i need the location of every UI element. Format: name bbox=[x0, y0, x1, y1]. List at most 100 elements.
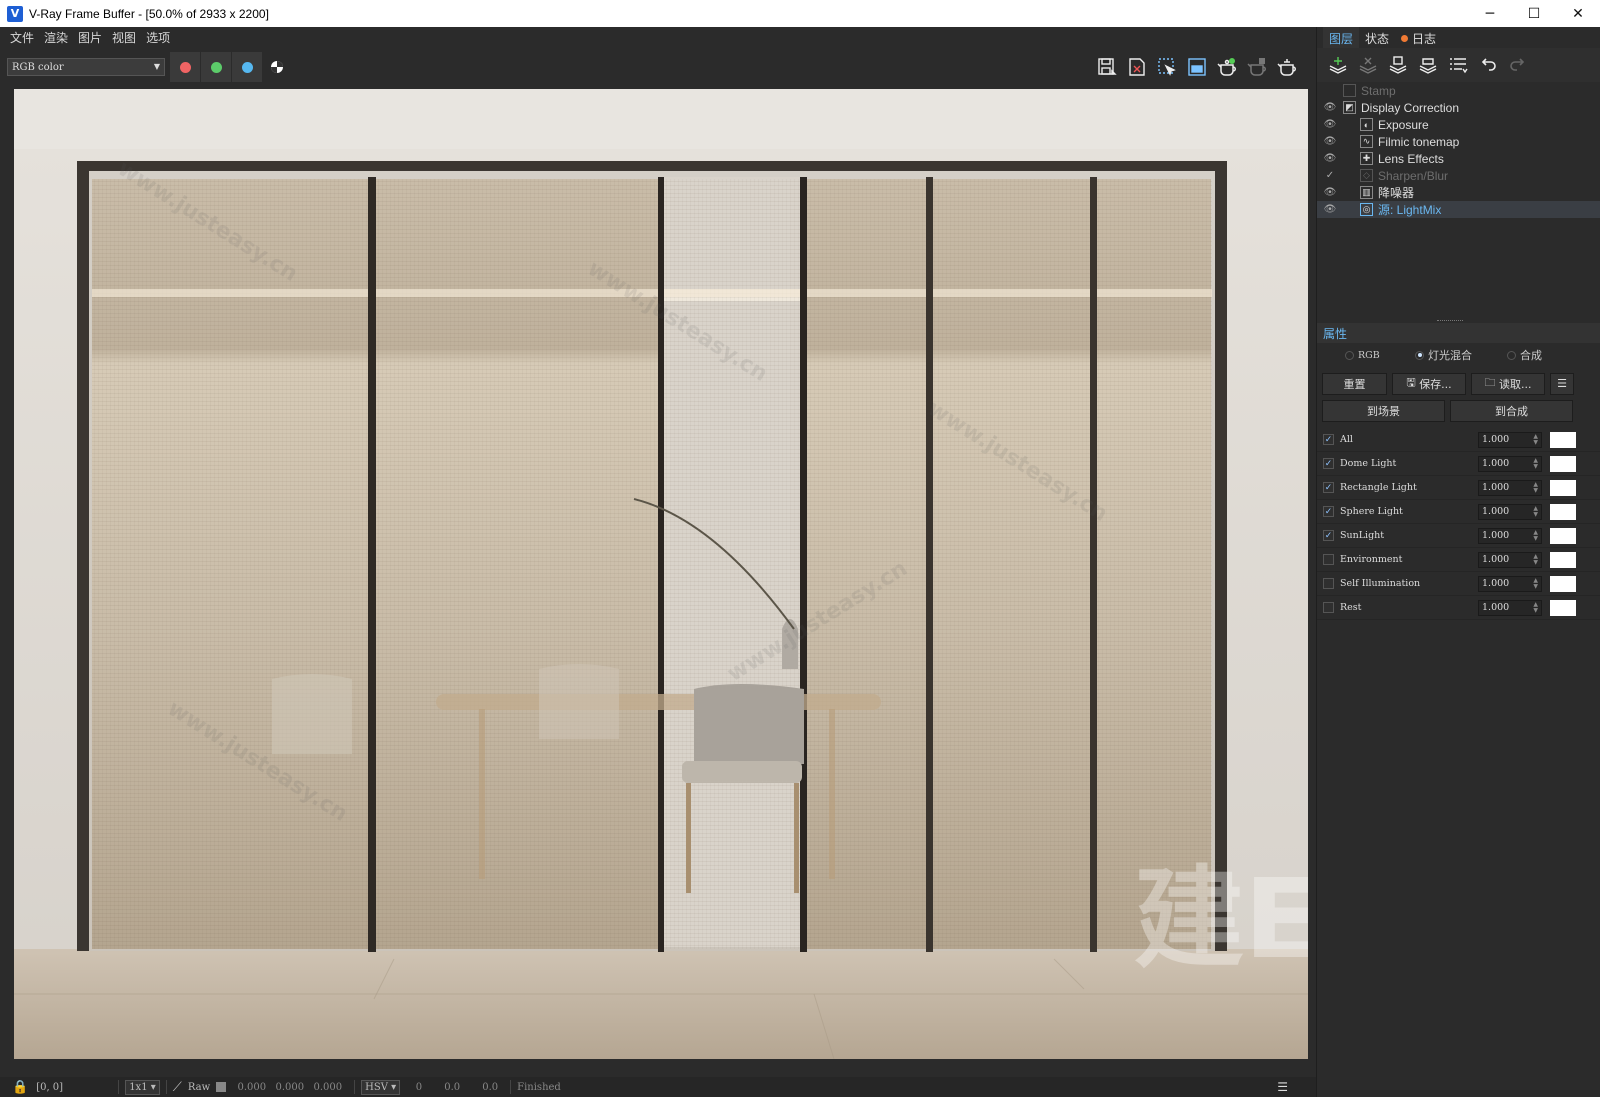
tab-log[interactable]: 日志 bbox=[1395, 27, 1442, 48]
save-layers-icon[interactable] bbox=[1383, 52, 1413, 78]
intensity-spinner[interactable]: 1.000 ▲ ▼ bbox=[1478, 479, 1542, 496]
to-scene-button[interactable]: 到场景 bbox=[1322, 399, 1445, 422]
spinner-arrows-icon[interactable]: ▲ ▼ bbox=[1533, 433, 1538, 446]
intensity-spinner[interactable]: 1.000 ▲ ▼ bbox=[1478, 551, 1542, 568]
layer-filmic-tonemap[interactable]: 👁 ∿ Filmic tonemap bbox=[1317, 133, 1600, 150]
layer-display-correction[interactable]: 👁 ◩ Display Correction bbox=[1317, 99, 1600, 116]
spinner-arrows-icon[interactable]: ▲ ▼ bbox=[1533, 601, 1538, 614]
green-channel-button[interactable] bbox=[201, 52, 231, 82]
mode-lightmix[interactable]: 灯光混合 bbox=[1415, 347, 1507, 363]
checkbox-unchecked[interactable] bbox=[1323, 602, 1334, 613]
tab-layers[interactable]: 图层 bbox=[1323, 27, 1360, 48]
color-swatch[interactable] bbox=[1550, 431, 1576, 448]
color-swatch[interactable] bbox=[1550, 503, 1576, 520]
light-name: Rectangle Light bbox=[1340, 482, 1417, 493]
log-icon[interactable]: ☰ bbox=[1277, 1080, 1288, 1094]
checkbox-checked[interactable]: ✓ bbox=[1323, 482, 1334, 493]
layer-denoiser[interactable]: 👁 ▥ 降噪器 bbox=[1317, 184, 1600, 201]
eye-hidden-icon[interactable]: ✓ bbox=[1323, 170, 1337, 181]
delete-layer-icon[interactable] bbox=[1353, 52, 1383, 78]
checkbox-checked[interactable]: ✓ bbox=[1323, 530, 1334, 541]
checkbox-checked[interactable]: ✓ bbox=[1323, 458, 1334, 469]
stop-render-icon[interactable] bbox=[1242, 52, 1272, 82]
spinner-arrows-icon[interactable]: ▲ ▼ bbox=[1533, 553, 1538, 566]
options-menu-button[interactable]: ☰ bbox=[1550, 372, 1574, 395]
mode-rgb[interactable]: RGB bbox=[1345, 350, 1415, 361]
channel-select[interactable]: RGB color ▼ bbox=[7, 58, 165, 76]
zoom-select[interactable]: 1x1 ▾ bbox=[125, 1079, 160, 1095]
spinner-arrows-icon[interactable]: ▲ ▼ bbox=[1533, 457, 1538, 470]
checkbox-checked[interactable]: ✓ bbox=[1323, 434, 1334, 445]
raw-label: Raw bbox=[187, 1081, 211, 1093]
menu-image[interactable]: 图片 bbox=[78, 29, 102, 46]
rendered-image[interactable]: 建E网 www.justeasy.cn www.justeasy.cn www.… bbox=[14, 89, 1308, 1059]
track-mouse-icon[interactable] bbox=[1182, 52, 1212, 82]
layer-lens-effects[interactable]: 👁 ✚ Lens Effects bbox=[1317, 150, 1600, 167]
lock-icon[interactable]: 🔒 bbox=[12, 1080, 28, 1095]
tab-stats[interactable]: 状态 bbox=[1359, 27, 1395, 48]
layer-label: Display Correction bbox=[1361, 100, 1460, 115]
maximize-button[interactable]: ☐ bbox=[1512, 0, 1556, 27]
eye-icon[interactable]: 👁 bbox=[1323, 119, 1337, 130]
green-dot-icon bbox=[210, 61, 222, 73]
to-composite-button[interactable]: 到合成 bbox=[1450, 399, 1573, 422]
color-swatch[interactable] bbox=[1550, 527, 1576, 544]
checkbox-unchecked[interactable] bbox=[1323, 554, 1334, 565]
layer-exposure[interactable]: 👁 ◐ Exposure bbox=[1317, 116, 1600, 133]
menu-view[interactable]: 视图 bbox=[112, 29, 136, 46]
spinner-arrows-icon[interactable]: ▲ ▼ bbox=[1533, 481, 1538, 494]
lightmix-row-all: ✓ All 1.000 ▲ ▼ bbox=[1317, 428, 1600, 452]
pick-icon[interactable]: ⟋ bbox=[173, 1080, 182, 1095]
layer-list-icon[interactable] bbox=[1443, 52, 1473, 78]
color-swatch[interactable] bbox=[1550, 551, 1576, 568]
sat-value: 0.0 bbox=[444, 1081, 461, 1093]
light-name: SunLight bbox=[1340, 530, 1385, 541]
color-swatch[interactable] bbox=[1550, 455, 1576, 472]
load-button[interactable]: 🗀 读取... bbox=[1471, 372, 1545, 395]
color-swatch[interactable] bbox=[1550, 575, 1576, 592]
load-layers-icon[interactable] bbox=[1413, 52, 1443, 78]
save-image-icon[interactable] bbox=[1092, 52, 1122, 82]
close-button[interactable]: ✕ bbox=[1556, 0, 1600, 27]
layer-source-lightmix[interactable]: 👁 ◎ 源: LightMix bbox=[1317, 201, 1600, 218]
color-swatch bbox=[216, 1082, 227, 1092]
alpha-channel-button[interactable] bbox=[262, 52, 292, 82]
menu-options[interactable]: 选项 bbox=[146, 29, 170, 46]
spinner-arrows-icon[interactable]: ▲ ▼ bbox=[1533, 577, 1538, 590]
eye-icon[interactable]: 👁 bbox=[1323, 187, 1337, 198]
intensity-spinner[interactable]: 1.000 ▲ ▼ bbox=[1478, 455, 1542, 472]
layer-sharpen-blur[interactable]: ✓ ◇ Sharpen/Blur bbox=[1317, 167, 1600, 184]
redo-icon[interactable] bbox=[1503, 52, 1533, 78]
interactive-teapot-icon[interactable] bbox=[1272, 52, 1302, 82]
clear-image-icon[interactable] bbox=[1122, 52, 1152, 82]
add-layer-icon[interactable] bbox=[1323, 52, 1353, 78]
spinner-arrows-icon[interactable]: ▲ ▼ bbox=[1533, 529, 1538, 542]
color-swatch[interactable] bbox=[1550, 599, 1576, 616]
blue-channel-button[interactable] bbox=[232, 52, 262, 82]
intensity-spinner[interactable]: 1.000 ▲ ▼ bbox=[1478, 599, 1542, 616]
menu-file[interactable]: 文件 bbox=[10, 29, 34, 46]
color-mode-select[interactable]: HSV ▾ bbox=[361, 1079, 401, 1095]
eye-icon[interactable]: 👁 bbox=[1323, 153, 1337, 164]
minimize-button[interactable]: ─ bbox=[1468, 0, 1512, 27]
red-channel-button[interactable] bbox=[170, 52, 200, 82]
color-swatch[interactable] bbox=[1550, 479, 1576, 496]
intensity-spinner[interactable]: 1.000 ▲ ▼ bbox=[1478, 575, 1542, 592]
eye-icon[interactable]: 👁 bbox=[1323, 204, 1337, 215]
checkbox-checked[interactable]: ✓ bbox=[1323, 506, 1334, 517]
save-button[interactable]: 🖫 保存... bbox=[1392, 372, 1466, 395]
spinner-arrows-icon[interactable]: ▲ ▼ bbox=[1533, 505, 1538, 518]
checkbox-unchecked[interactable] bbox=[1323, 578, 1334, 589]
menu-render[interactable]: 渲染 bbox=[44, 29, 68, 46]
undo-icon[interactable] bbox=[1473, 52, 1503, 78]
intensity-spinner[interactable]: 1.000 ▲ ▼ bbox=[1478, 503, 1542, 520]
intensity-spinner[interactable]: 1.000 ▲ ▼ bbox=[1478, 527, 1542, 544]
reset-button[interactable]: 重置 bbox=[1322, 372, 1387, 395]
region-render-icon[interactable] bbox=[1152, 52, 1182, 82]
mode-composite[interactable]: 合成 bbox=[1507, 347, 1542, 363]
eye-icon[interactable]: 👁 bbox=[1323, 136, 1337, 147]
render-teapot-icon[interactable] bbox=[1212, 52, 1242, 82]
eye-icon[interactable]: 👁 bbox=[1323, 102, 1337, 113]
intensity-spinner[interactable]: 1.000 ▲ ▼ bbox=[1478, 431, 1542, 448]
layer-stamp[interactable]: Stamp bbox=[1317, 82, 1600, 99]
